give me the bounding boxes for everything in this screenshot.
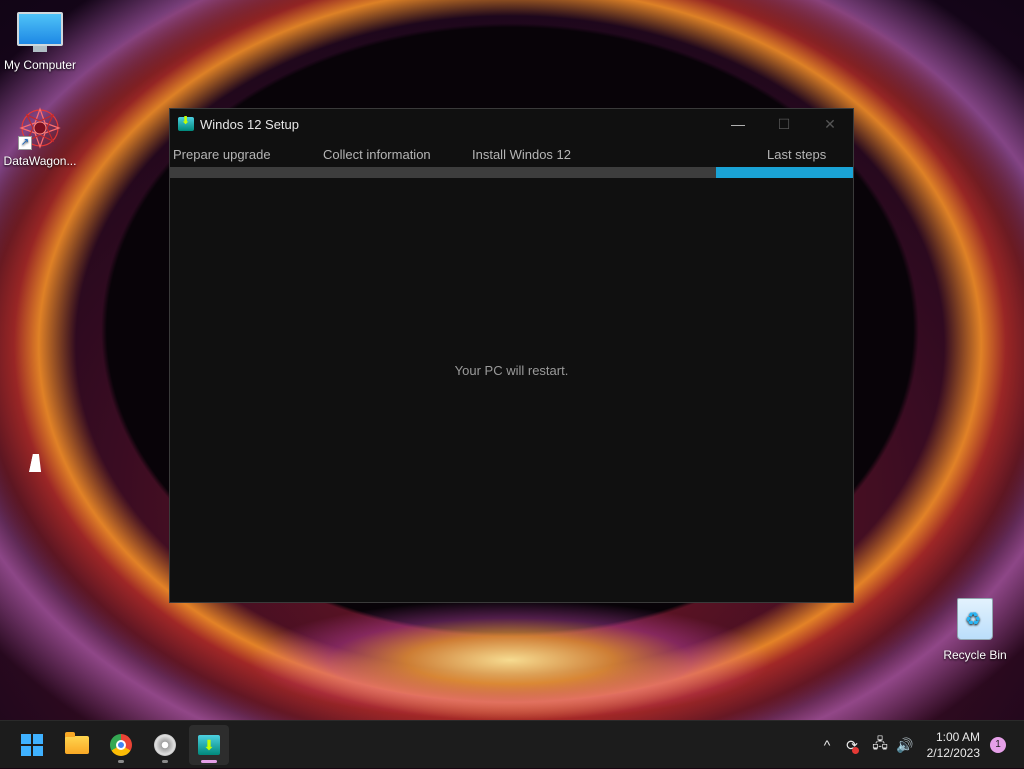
setup-icon: ⬇ [198, 735, 220, 755]
disc-icon [154, 734, 176, 756]
recycle-bin-icon: ♻ [957, 598, 993, 640]
desktop-icon-label: Recycle Bin [943, 648, 1007, 662]
wallpaper-glow [250, 600, 770, 720]
tray-sync[interactable]: ⟳ [840, 721, 864, 769]
sync-icon: ⟳ [846, 736, 859, 754]
step-install: Install Windos 12 [472, 147, 571, 162]
desktop-icon-label: DataWagon... [3, 154, 77, 168]
window-titlebar[interactable]: Windos 12 Setup — ☐ ✕ [170, 109, 853, 139]
desktop-icon-recycle-bin[interactable]: ♻ Recycle Bin [935, 598, 1015, 662]
taskbar-chrome[interactable] [101, 725, 141, 765]
minimize-button[interactable]: — [715, 109, 761, 139]
desktop-icon-datawagon[interactable]: ↗ DataWagon... [0, 106, 80, 168]
running-indicator [162, 760, 168, 763]
window-title: Windos 12 Setup [200, 116, 300, 132]
tray-network[interactable]: 🖧 [868, 721, 892, 769]
step-collect-information: Collect information [323, 147, 431, 162]
desktop-icon-my-computer[interactable]: My Computer [0, 12, 80, 72]
desktop-icon-label: My Computer [3, 58, 77, 72]
monitor-icon [17, 12, 63, 52]
tray-volume[interactable]: 🔊 [893, 721, 917, 769]
clock-time: 1:00 AM [935, 730, 980, 744]
taskbar: ⬇ ^ ⟳ 🖧 🔊 1:00 AM 2/12/2023 1 [0, 720, 1024, 768]
volume-icon: 🔊 [896, 736, 914, 753]
progress-bar [170, 167, 853, 178]
taskbar-disc-app[interactable] [145, 725, 185, 765]
clock-date: 2/12/2023 [926, 746, 980, 760]
status-message: Your PC will restart. [454, 363, 569, 378]
notification-badge[interactable]: 1 [990, 737, 1006, 753]
network-icon: 🖧 [872, 735, 888, 751]
progress-fill [716, 167, 853, 178]
alert-dot [851, 746, 859, 754]
taskbar-file-explorer[interactable] [57, 725, 97, 765]
setup-app-icon [178, 114, 194, 131]
setup-steps: Prepare upgrade Collect information Inst… [170, 139, 853, 167]
active-indicator [201, 760, 217, 763]
show-hidden-icons-button[interactable]: ^ [816, 721, 838, 769]
shortcut-arrow-icon: ↗ [18, 136, 32, 150]
step-last-steps: Last steps [767, 147, 827, 162]
windows-logo-icon [21, 734, 43, 756]
step-prepare-upgrade: Prepare upgrade [173, 147, 271, 162]
running-indicator [118, 760, 124, 763]
folder-icon [65, 732, 89, 754]
setup-window[interactable]: Windos 12 Setup — ☐ ✕ Prepare upgrade Co… [169, 108, 854, 603]
datawagon-logo-icon: ↗ [18, 106, 62, 150]
taskbar-windos-setup[interactable]: ⬇ [189, 725, 229, 765]
chrome-icon [110, 734, 132, 756]
taskbar-clock[interactable]: 1:00 AM 2/12/2023 [927, 729, 980, 761]
chevron-up-icon: ^ [823, 737, 831, 753]
close-button[interactable]: ✕ [807, 109, 853, 139]
start-button[interactable] [12, 725, 52, 765]
maximize-button[interactable]: ☐ [761, 109, 807, 139]
